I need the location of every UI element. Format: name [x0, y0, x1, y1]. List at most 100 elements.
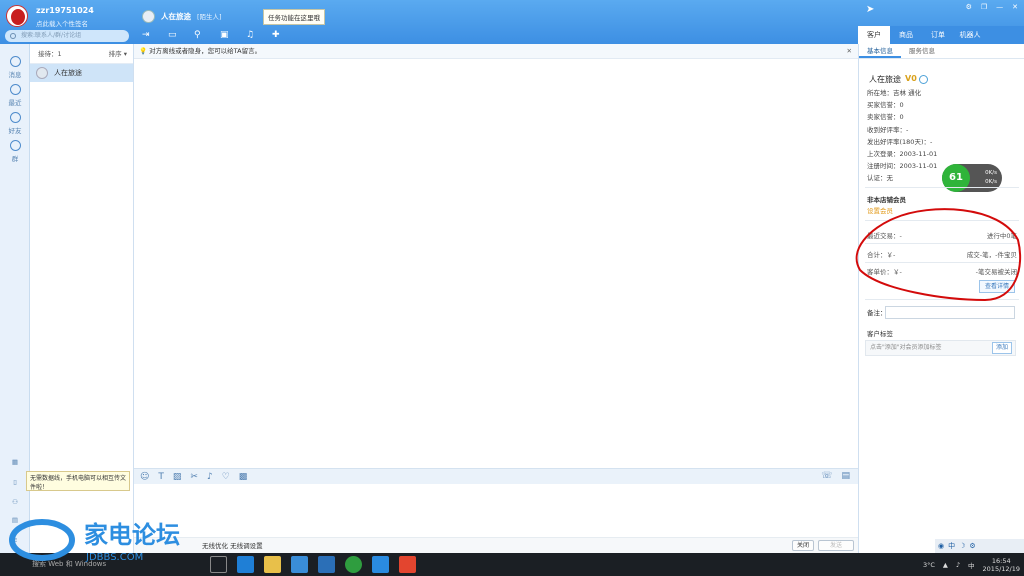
right-tabs: 客户 商品 订单 机器人: [858, 26, 1024, 44]
ime-indicator[interactable]: 中: [968, 560, 975, 570]
tab-customer[interactable]: 客户: [858, 26, 890, 44]
explorer-icon[interactable]: [264, 556, 281, 573]
nav-message[interactable]: 消息: [0, 56, 30, 79]
info-location: 所在地：吉林 通化: [867, 89, 922, 97]
bell-icon[interactable]: ♪: [207, 472, 213, 482]
lightbulb-icon: 💡: [139, 47, 148, 55]
session-header: 接待：1 排序 ▾: [30, 44, 133, 64]
task-tooltip: 任务功能在这里哦: [263, 9, 325, 25]
speed-down: 0K/s: [985, 179, 997, 185]
watermark: 家电论坛 JDBBS.COM: [9, 519, 180, 563]
wangwang-icon[interactable]: [919, 75, 928, 84]
member-set-link[interactable]: 设置会员: [867, 205, 893, 215]
sort-button[interactable]: 排序 ▾: [109, 44, 127, 63]
restore-icon[interactable]: ❐: [981, 3, 987, 11]
apps-icon[interactable]: ▦: [0, 458, 30, 466]
info-sent-rate: 发出好评率(180天)：-: [867, 138, 933, 146]
tag-title: 客户标签: [867, 330, 893, 338]
divider: [865, 187, 1019, 188]
bell-icon[interactable]: ♫: [246, 29, 264, 41]
heart-icon[interactable]: ♡: [222, 472, 230, 482]
photos-icon[interactable]: [291, 556, 308, 573]
close-button[interactable]: 关闭: [792, 540, 814, 551]
picture-icon[interactable]: ▩: [239, 472, 248, 482]
nav-friend[interactable]: 好友: [0, 112, 30, 135]
tab-robot[interactable]: 机器人: [954, 26, 986, 44]
session-item[interactable]: 人在旅途: [30, 64, 133, 82]
info-seller-credit: 卖家信誉：0: [867, 113, 904, 121]
add-contact-icon[interactable]: ⚲: [194, 29, 212, 41]
vip-badge: V0: [905, 74, 917, 83]
logo-icon: ➤: [866, 4, 875, 15]
customer-panel: 基本信息 服务信息 人在旅途 V0 所在地：吉林 通化 买家信誉：0 卖家信誉：…: [858, 44, 1024, 553]
network-icon[interactable]: ▲: [943, 561, 948, 569]
contact-avatar[interactable]: [142, 9, 155, 23]
friend-icon: [9, 112, 21, 123]
tab-goods[interactable]: 商品: [890, 26, 922, 44]
speed-up: 0K/s: [985, 170, 997, 176]
view-detail-button[interactable]: 查看详情: [979, 280, 1015, 293]
group-icon: [9, 140, 21, 151]
history-icon[interactable]: ▤: [841, 471, 850, 481]
send-button[interactable]: 发送: [818, 540, 854, 551]
volume-icon[interactable]: ♪: [956, 561, 960, 569]
signature[interactable]: 点此载入个性签名: [36, 18, 88, 28]
emoji-icon[interactable]: ☺: [140, 472, 149, 482]
search-input[interactable]: 搜索:联系人/群/讨论组: [5, 30, 129, 42]
nav-recent[interactable]: 最近: [0, 84, 30, 107]
scissors-icon[interactable]: ✂: [190, 472, 198, 482]
ime-toolbar[interactable]: ◉ 中 ☽ ⚙: [935, 539, 1024, 553]
divider: [865, 243, 1019, 244]
offline-notice: 💡 对方离线或者隐身，您可以给TA留言。 ✕: [134, 44, 858, 59]
weather-temp: 3°C: [922, 560, 935, 569]
task-view-icon[interactable]: [210, 556, 227, 573]
tip-bubble: 无需数据线，手机电脑可以相互传文件啦！: [26, 471, 130, 491]
chrome-icon[interactable]: [345, 556, 362, 573]
search-icon: [10, 33, 16, 39]
clock[interactable]: 16:54 2015/12/19: [983, 557, 1020, 573]
qianniu-icon[interactable]: [399, 556, 416, 573]
settings-icon[interactable]: ⚙: [966, 3, 972, 11]
close-notice-icon[interactable]: ✕: [847, 44, 852, 59]
customer-subtabs: 基本信息 服务信息: [859, 44, 1024, 59]
member-title: 非本店铺会员: [867, 196, 906, 204]
minimize-icon[interactable]: —: [996, 3, 1003, 11]
watermark-url: JDBBS.COM: [85, 552, 143, 563]
task-icon[interactable]: ✚: [272, 29, 290, 41]
chat-record-icon[interactable]: ☏: [821, 471, 832, 481]
qianniu-window: zzr19751024 点此载入个性签名 搜索:联系人/群/讨论组 人在旅途 […: [0, 0, 1024, 553]
ime-lang: 中: [948, 542, 956, 550]
transfer-icon[interactable]: ⇥: [142, 29, 160, 41]
message-icon: [9, 56, 21, 67]
font-icon[interactable]: T: [158, 472, 164, 482]
username: zzr19751024: [36, 6, 94, 15]
tab-basic-info[interactable]: 基本信息: [859, 44, 901, 58]
store-icon[interactable]: [318, 556, 335, 573]
memo-input[interactable]: [885, 306, 1015, 319]
divider: [865, 220, 1019, 221]
tab-orders[interactable]: 订单: [922, 26, 954, 44]
contacts-icon[interactable]: ⚇: [0, 498, 30, 506]
edge-icon[interactable]: [237, 556, 254, 573]
image-icon[interactable]: ▨: [173, 472, 182, 482]
info-received-rate: 收到好评率：-: [867, 126, 909, 134]
video-icon[interactable]: ▭: [168, 29, 186, 41]
customer-name: 人在旅途: [869, 75, 901, 84]
close-icon[interactable]: ✕: [1012, 3, 1018, 11]
avg-row: 客单价：￥- -笔交易被关闭: [867, 268, 1017, 276]
chat-area: 💡 对方离线或者隐身，您可以给TA留言。 ✕ ☺ T ▨ ✂ ♪ ♡ ▩ ☏ ▤…: [134, 44, 858, 553]
user-avatar[interactable]: [6, 5, 28, 27]
session-avatar: [36, 67, 48, 79]
tab-service-info[interactable]: 服务信息: [901, 44, 943, 58]
message-input[interactable]: [134, 484, 858, 537]
screen-icon[interactable]: ▣: [220, 29, 238, 41]
total-row: 合计：￥- 成交-笔，-件宝贝: [867, 251, 1017, 259]
chat-title: 人在旅途 [陌生人]: [142, 9, 222, 23]
title-bar: zzr19751024 点此载入个性签名 搜索:联系人/群/讨论组 人在旅途 […: [0, 0, 1024, 44]
system-tray: 3°C ▲ ♪ 中 16:54 2015/12/19: [923, 553, 1020, 576]
nav-group[interactable]: 群: [0, 140, 30, 163]
contact-tag: [陌生人]: [197, 13, 222, 21]
add-tag-button[interactable]: 添加: [991, 342, 1012, 354]
ie-icon[interactable]: [372, 556, 389, 573]
watermark-title: 家电论坛: [84, 521, 180, 549]
